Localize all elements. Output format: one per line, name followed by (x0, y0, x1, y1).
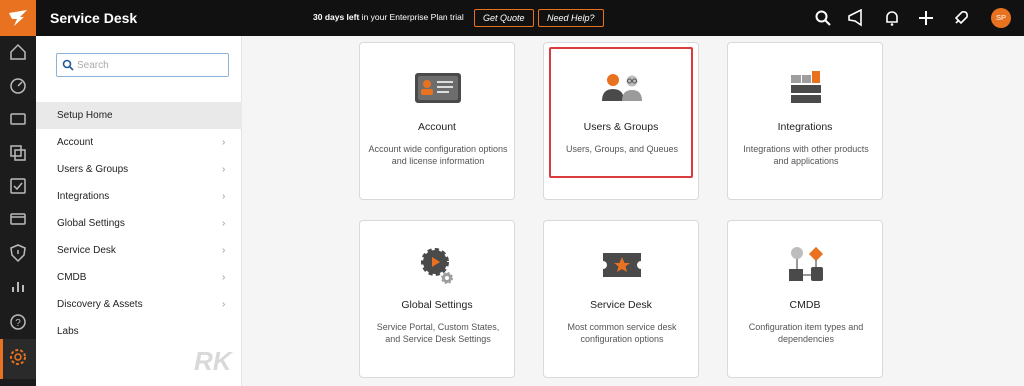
sidebar-item-integrations[interactable]: Integrations › (36, 183, 242, 210)
need-help-button[interactable]: Need Help? (538, 9, 604, 27)
app-title: Service Desk (50, 10, 138, 26)
icon-rail: ? (0, 36, 36, 386)
sidebar-item-label: Global Settings (57, 218, 125, 229)
reports-icon[interactable] (8, 277, 28, 297)
card-description: Service Portal, Custom States, and Servi… (376, 322, 500, 344)
solarwinds-logo[interactable] (0, 0, 36, 36)
help-icon[interactable]: ? (8, 312, 28, 332)
chevron-right-icon: › (222, 164, 226, 175)
chevron-right-icon: › (222, 191, 226, 202)
card-global-settings[interactable]: Global Settings Service Portal, Custom S… (359, 220, 515, 378)
plus-icon[interactable] (917, 9, 935, 27)
search-icon[interactable] (814, 9, 832, 27)
gears-icon (421, 248, 453, 284)
id-card-icon (415, 73, 461, 103)
announcement-icon[interactable] (846, 9, 864, 27)
integrations-icon (791, 71, 821, 103)
search-icon (62, 59, 74, 71)
chevron-right-icon: › (222, 137, 226, 148)
selection-highlight-box (549, 47, 693, 178)
ticket-icon[interactable] (8, 109, 28, 129)
top-bar: Service Desk 30 days left in your Enterp… (0, 0, 1024, 36)
sidebar-item-label: Users & Groups (57, 164, 129, 175)
sidebar-item-discovery-assets[interactable]: Discovery & Assets › (36, 291, 242, 318)
assets-icon[interactable] (8, 143, 28, 163)
card-title: Account (418, 121, 456, 133)
setup-sidebar: Search Setup Home Account › Users & Group… (36, 36, 242, 386)
tasks-icon[interactable] (8, 176, 28, 196)
shield-icon[interactable] (8, 243, 28, 263)
card-title: Global Settings (401, 299, 473, 311)
card-account[interactable]: Account Account wide configuration optio… (359, 42, 515, 200)
sidebar-item-global-settings[interactable]: Global Settings › (36, 210, 242, 237)
sidebar-item-users-groups[interactable]: Users & Groups › (36, 156, 242, 183)
chevron-right-icon: › (222, 272, 226, 283)
user-avatar[interactable]: SP (991, 8, 1011, 28)
sidebar-item-service-desk[interactable]: Service Desk › (36, 237, 242, 264)
trial-notice: 30 days left in your Enterprise Plan tri… (313, 12, 464, 22)
sidebar-item-label: Integrations (57, 191, 110, 202)
chevron-right-icon: › (222, 218, 226, 229)
card-service-desk[interactable]: Service Desk Most common service desk co… (543, 220, 699, 378)
sidebar-item-setup-home[interactable]: Setup Home (36, 102, 242, 129)
search-input[interactable]: Search (56, 53, 229, 77)
card-description: Account wide configuration options and l… (368, 144, 508, 166)
card-icon[interactable] (8, 209, 28, 229)
get-quote-button[interactable]: Get Quote (474, 9, 534, 27)
dashboard-icon[interactable] (8, 76, 28, 96)
sidebar-item-label: Setup Home (57, 110, 113, 121)
watermark-logo: RK (194, 346, 232, 376)
ticket-star-icon (603, 253, 641, 277)
home-icon[interactable] (8, 42, 28, 62)
sidebar-item-label: CMDB (57, 272, 87, 283)
chevron-right-icon: › (222, 299, 226, 310)
sidebar-item-label: Service Desk (57, 245, 116, 256)
card-integrations[interactable]: Integrations Integrations with other pro… (727, 42, 883, 200)
card-description: Integrations with other products and app… (743, 144, 869, 166)
rocket-icon[interactable] (952, 9, 970, 27)
sidebar-item-cmdb[interactable]: CMDB › (36, 264, 242, 291)
sidebar-item-label: Labs (57, 326, 79, 337)
chevron-right-icon: › (222, 245, 226, 256)
card-description: Configuration item types and dependencie… (748, 322, 864, 344)
card-title: Service Desk (590, 299, 652, 311)
sidebar-item-labs[interactable]: Labs (36, 318, 242, 345)
trial-days: 30 days left (313, 12, 360, 22)
svg-text:?: ? (15, 318, 21, 329)
trial-text: in your Enterprise Plan trial (359, 12, 464, 22)
card-cmdb[interactable]: CMDB Configuration item types and depend… (727, 220, 883, 378)
search-placeholder: Search (77, 60, 109, 71)
card-description: Most common service desk configuration o… (567, 322, 677, 344)
card-title: Integrations (777, 121, 833, 133)
sidebar-item-label: Discovery & Assets (57, 299, 143, 310)
flowchart-icon (789, 246, 824, 281)
bell-icon[interactable] (883, 9, 901, 27)
sidebar-item-account[interactable]: Account › (36, 129, 242, 156)
sidebar-item-label: Account (57, 137, 94, 148)
settings-icon[interactable] (8, 347, 28, 367)
card-title: CMDB (789, 299, 821, 311)
